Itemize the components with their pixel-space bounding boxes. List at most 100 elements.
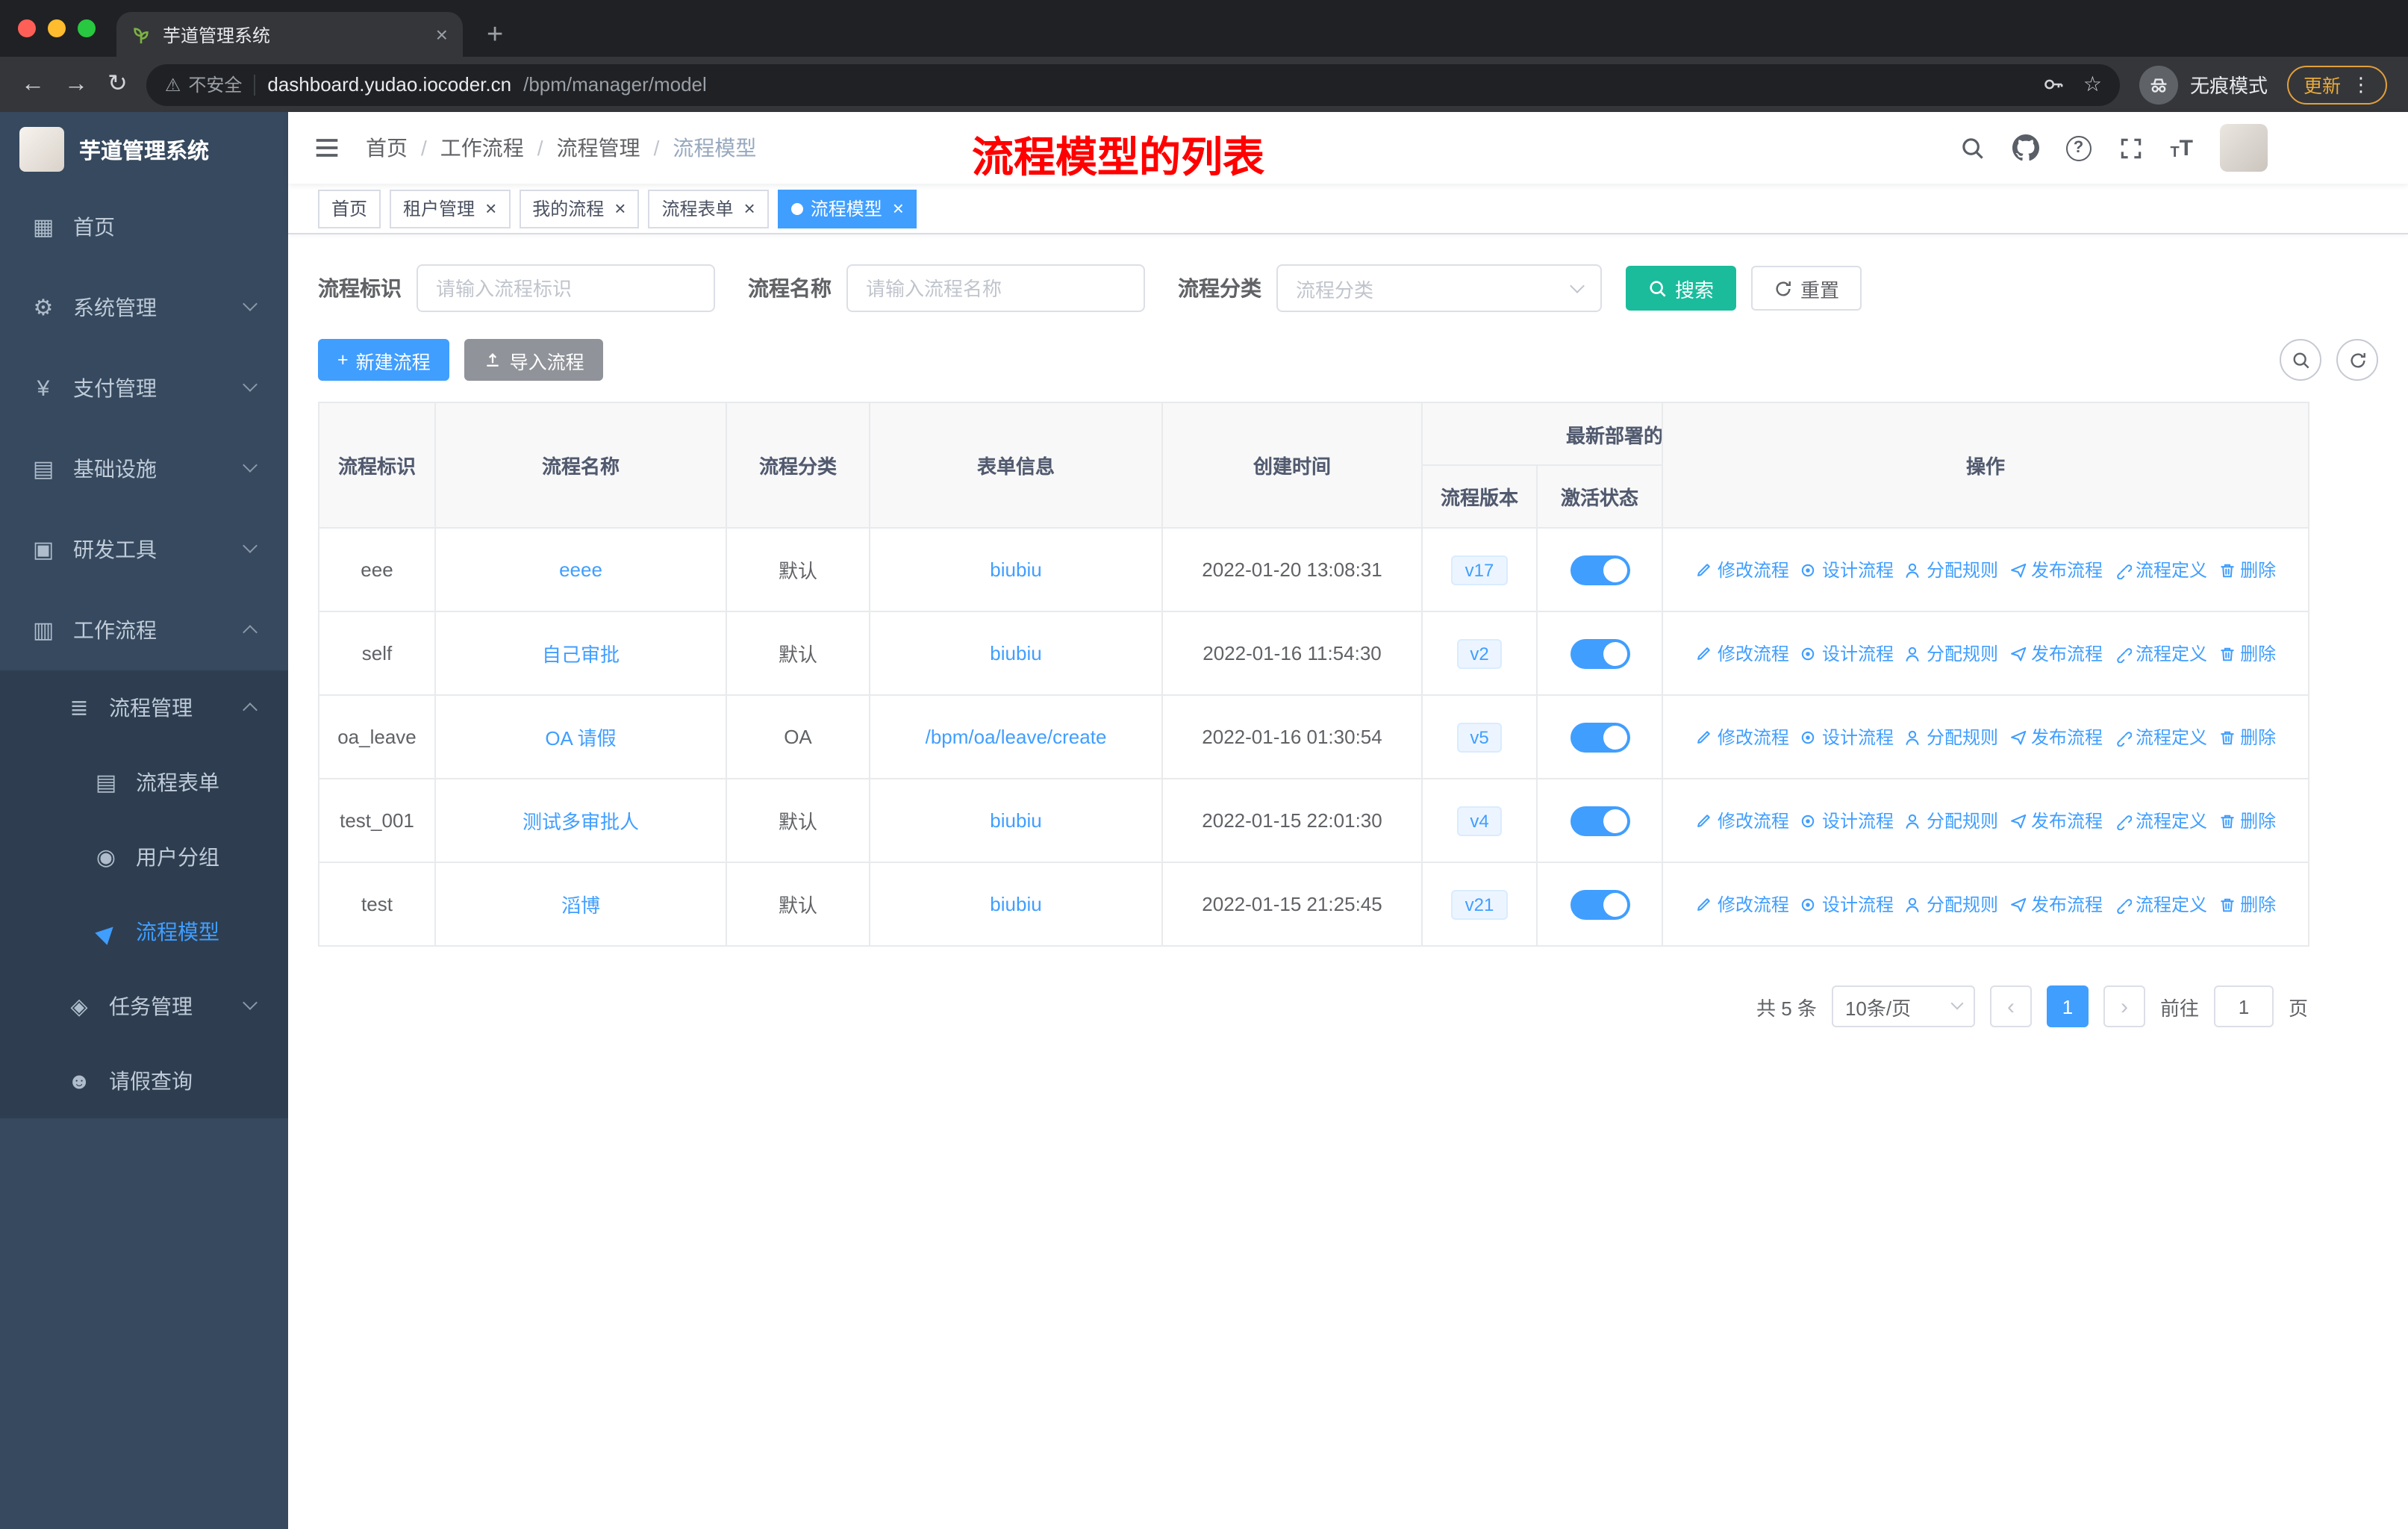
- page-1-button[interactable]: 1: [2046, 985, 2089, 1027]
- menu-kebab-icon[interactable]: ⋮: [2351, 72, 2371, 96]
- action-process-definition[interactable]: 流程定义: [2113, 641, 2207, 666]
- action-process-definition[interactable]: 流程定义: [2113, 891, 2207, 917]
- process-key-input[interactable]: [417, 264, 715, 312]
- tab-close-icon[interactable]: ×: [436, 24, 448, 45]
- tag-process-model[interactable]: 流程模型 ×: [777, 189, 917, 228]
- sidebar-item-system-manage[interactable]: ⚙ 系统管理: [0, 267, 288, 348]
- form-info-link[interactable]: biubiu: [990, 893, 1041, 915]
- sidebar-item-leave-query[interactable]: ☻ 请假查询: [0, 1044, 288, 1118]
- sidebar-item-process-form[interactable]: ▤ 流程表单: [0, 745, 288, 820]
- action-process-definition[interactable]: 流程定义: [2113, 808, 2207, 833]
- security-chip[interactable]: ⚠ 不安全: [165, 72, 243, 97]
- process-name-link[interactable]: 自己审批: [542, 644, 620, 666]
- goto-page-input[interactable]: [2213, 985, 2274, 1027]
- close-window-button[interactable]: [18, 19, 36, 37]
- action-publish-process[interactable]: 发布流程: [2009, 641, 2103, 666]
- tag-process-form[interactable]: 流程表单 ×: [648, 189, 769, 228]
- reset-button[interactable]: 重置: [1751, 266, 1862, 311]
- help-icon[interactable]: ?: [2065, 135, 2092, 161]
- browser-tab[interactable]: 芋道管理系统 ×: [116, 12, 463, 57]
- sidebar-item-home[interactable]: ▦ 首页: [0, 187, 288, 267]
- process-name-link[interactable]: OA 请假: [545, 727, 616, 750]
- version-badge[interactable]: v5: [1456, 722, 1503, 752]
- font-size-icon[interactable]: TT: [2170, 135, 2193, 161]
- sidebar-item-task-manage[interactable]: ◈ 任务管理: [0, 969, 288, 1044]
- action-publish-process[interactable]: 发布流程: [2009, 891, 2103, 917]
- action-edit-process[interactable]: 修改流程: [1695, 808, 1789, 833]
- sidebar-item-payment-manage[interactable]: ¥ 支付管理: [0, 348, 288, 429]
- active-toggle[interactable]: [1570, 806, 1629, 835]
- sidebar-item-workflow[interactable]: ▥ 工作流程: [0, 590, 288, 670]
- action-publish-process[interactable]: 发布流程: [2009, 808, 2103, 833]
- active-toggle[interactable]: [1570, 555, 1629, 585]
- sidebar-item-user-group[interactable]: ◉ 用户分组: [0, 820, 288, 894]
- action-publish-process[interactable]: 发布流程: [2009, 724, 2103, 750]
- hamburger-icon[interactable]: [312, 133, 342, 163]
- action-assign-rule[interactable]: 分配规则: [1904, 641, 1998, 666]
- action-process-definition[interactable]: 流程定义: [2113, 724, 2207, 750]
- action-publish-process[interactable]: 发布流程: [2009, 557, 2103, 582]
- bookmark-star-icon[interactable]: ☆: [2083, 72, 2102, 97]
- process-name-link[interactable]: 滔博: [561, 894, 600, 917]
- action-assign-rule[interactable]: 分配规则: [1904, 808, 1998, 833]
- action-delete[interactable]: 删除: [2218, 557, 2276, 582]
- action-edit-process[interactable]: 修改流程: [1695, 557, 1789, 582]
- action-delete[interactable]: 删除: [2218, 808, 2276, 833]
- close-icon[interactable]: ×: [744, 199, 755, 218]
- action-delete[interactable]: 删除: [2218, 891, 2276, 917]
- fullscreen-icon[interactable]: [2118, 135, 2143, 161]
- process-name-link[interactable]: 测试多审批人: [523, 811, 639, 833]
- create-process-button[interactable]: + 新建流程: [318, 339, 450, 381]
- version-badge[interactable]: v2: [1456, 638, 1503, 668]
- sidebar-item-devtools[interactable]: ▣ 研发工具: [0, 509, 288, 590]
- user-avatar[interactable]: [2220, 124, 2268, 172]
- next-page-button[interactable]: ›: [2103, 985, 2145, 1027]
- sidebar-item-process-manage[interactable]: ≣ 流程管理: [0, 670, 288, 745]
- process-name-link[interactable]: eeee: [559, 558, 602, 581]
- tag-home[interactable]: 首页: [318, 189, 381, 228]
- tag-my-process[interactable]: 我的流程 ×: [519, 189, 640, 228]
- sidebar-item-process-model[interactable]: ▶ 流程模型: [0, 894, 288, 969]
- active-toggle[interactable]: [1570, 638, 1629, 668]
- breadcrumb-process-manage[interactable]: 流程管理: [557, 133, 640, 163]
- form-info-link[interactable]: biubiu: [990, 809, 1041, 832]
- action-design-process[interactable]: 设计流程: [1800, 808, 1894, 833]
- action-delete[interactable]: 删除: [2218, 641, 2276, 666]
- action-assign-rule[interactable]: 分配规则: [1904, 557, 1998, 582]
- sidebar-item-infrastructure[interactable]: ▤ 基础设施: [0, 429, 288, 509]
- version-badge[interactable]: v4: [1456, 806, 1503, 835]
- new-tab-button[interactable]: +: [487, 21, 503, 49]
- action-edit-process[interactable]: 修改流程: [1695, 724, 1789, 750]
- action-assign-rule[interactable]: 分配规则: [1904, 724, 1998, 750]
- action-assign-rule[interactable]: 分配规则: [1904, 891, 1998, 917]
- action-edit-process[interactable]: 修改流程: [1695, 891, 1789, 917]
- form-info-link[interactable]: /bpm/oa/leave/create: [926, 726, 1107, 748]
- process-name-input[interactable]: [846, 264, 1145, 312]
- refresh-table-button[interactable]: [2336, 339, 2378, 381]
- action-design-process[interactable]: 设计流程: [1800, 557, 1894, 582]
- search-icon[interactable]: [1959, 135, 1985, 161]
- prev-page-button[interactable]: ‹: [1989, 985, 2032, 1027]
- toggle-search-button[interactable]: [2280, 339, 2321, 381]
- close-icon[interactable]: ×: [485, 199, 496, 218]
- breadcrumb-home[interactable]: 首页: [366, 133, 408, 163]
- tag-tenant-manage[interactable]: 租户管理 ×: [390, 189, 511, 228]
- form-info-link[interactable]: biubiu: [990, 558, 1041, 581]
- key-icon[interactable]: [2043, 73, 2065, 96]
- active-toggle[interactable]: [1570, 889, 1629, 919]
- action-process-definition[interactable]: 流程定义: [2113, 557, 2207, 582]
- category-select[interactable]: 流程分类: [1276, 264, 1602, 312]
- zoom-window-button[interactable]: [78, 19, 96, 37]
- reload-icon[interactable]: ↻: [107, 72, 128, 96]
- version-badge[interactable]: v17: [1451, 555, 1508, 585]
- search-button[interactable]: 搜索: [1626, 266, 1737, 311]
- close-icon[interactable]: ×: [614, 199, 626, 218]
- import-process-button[interactable]: 导入流程: [464, 339, 604, 381]
- action-design-process[interactable]: 设计流程: [1800, 724, 1894, 750]
- action-delete[interactable]: 删除: [2218, 724, 2276, 750]
- page-size-select[interactable]: 10条/页: [1831, 985, 1975, 1027]
- github-icon[interactable]: [2012, 134, 2039, 161]
- form-info-link[interactable]: biubiu: [990, 642, 1041, 664]
- address-bar[interactable]: ⚠ 不安全 dashboard.yudao.iocoder.cn /bpm/ma…: [146, 63, 2120, 105]
- forward-icon[interactable]: →: [64, 72, 88, 96]
